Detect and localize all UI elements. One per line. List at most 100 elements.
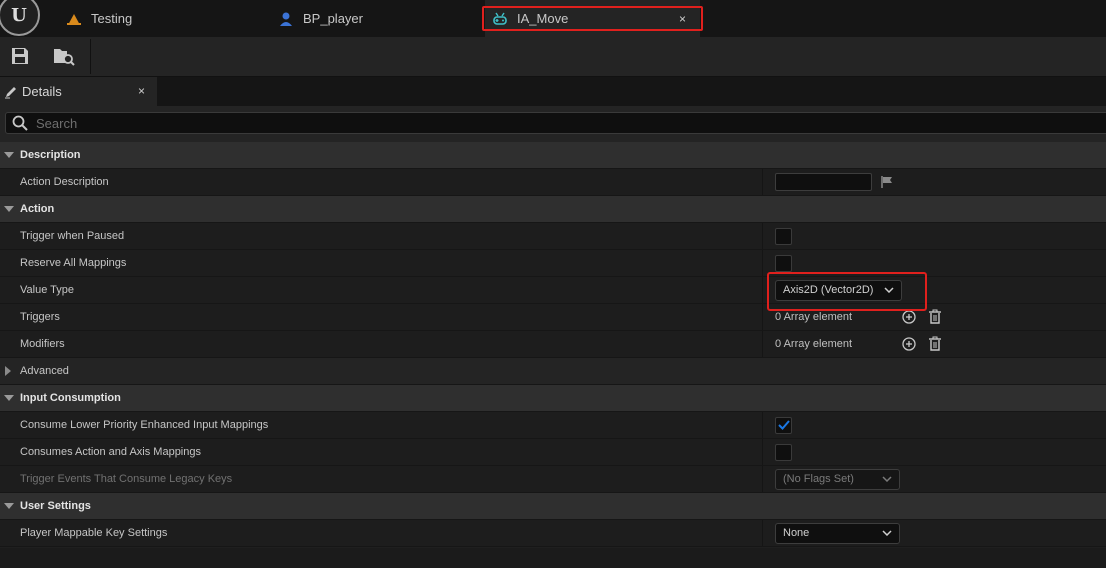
dropdown-value: None — [783, 527, 810, 539]
reserve-all-mappings-checkbox[interactable] — [775, 254, 792, 272]
property-value: 0 Array element — [775, 331, 943, 357]
panel-tab-row: Details × — [0, 77, 1106, 106]
blueprint-actor-icon — [278, 11, 294, 27]
save-button[interactable] — [9, 45, 31, 67]
dropdown-value: (No Flags Set) — [783, 473, 854, 485]
chevron-down-icon — [882, 476, 892, 482]
asset-toolbar — [0, 37, 1106, 77]
property-label: Modifiers — [20, 338, 65, 350]
property-label: Player Mappable Key Settings — [20, 527, 168, 539]
property-consumes-action-axis: Consumes Action and Axis Mappings — [0, 439, 1106, 466]
tab-label: Testing — [91, 11, 133, 26]
trash-icon[interactable] — [927, 309, 943, 325]
property-value: (No Flags Set) — [775, 466, 900, 492]
property-label: Consumes Action and Axis Mappings — [20, 446, 201, 458]
player-mappable-dropdown[interactable]: None — [775, 522, 900, 544]
property-value — [775, 223, 792, 249]
property-label: Consume Lower Priority Enhanced Input Ma… — [20, 419, 269, 431]
expand-arrow-icon[interactable] — [4, 395, 14, 401]
category-action[interactable]: Action — [0, 196, 1106, 223]
tab-details[interactable]: Details × — [0, 77, 157, 106]
tab-testing[interactable]: Testing — [66, 0, 266, 37]
property-label: Action Description — [20, 176, 109, 188]
array-count: 0 Array element — [775, 338, 853, 350]
expand-arrow-icon[interactable] — [4, 152, 14, 158]
tab-label: BP_player — [303, 11, 363, 26]
column-splitter[interactable] — [762, 466, 763, 492]
property-player-mappable: Player Mappable Key Settings None — [0, 520, 1106, 547]
save-icon — [12, 48, 28, 64]
legacy-keys-flags-dropdown: (No Flags Set) — [775, 468, 900, 490]
expand-arrow-icon[interactable] — [4, 206, 14, 212]
browse-to-asset-icon — [54, 49, 75, 66]
column-splitter[interactable] — [762, 304, 763, 330]
property-consume-lower-priority: Consume Lower Priority Enhanced Input Ma… — [0, 412, 1106, 439]
tab-ia-move[interactable]: IA_Move × — [485, 0, 700, 37]
search-box — [5, 112, 1106, 134]
column-splitter[interactable] — [762, 520, 763, 546]
property-label: Trigger Events That Consume Legacy Keys — [20, 473, 233, 485]
add-element-icon[interactable] — [901, 309, 917, 325]
property-modifiers: Modifiers 0 Array element — [0, 331, 1106, 358]
category-label: Description — [20, 149, 81, 161]
details-tab-label: Details — [22, 84, 62, 99]
column-splitter[interactable] — [762, 439, 763, 465]
column-splitter[interactable] — [762, 250, 763, 276]
subcategory-advanced[interactable]: Advanced — [0, 358, 1106, 385]
property-value — [775, 412, 792, 438]
property-value: None — [775, 520, 900, 546]
search-row — [0, 106, 1106, 142]
browse-to-asset-button[interactable] — [53, 45, 75, 67]
tab-bp-player[interactable]: BP_player — [278, 0, 478, 37]
chevron-down-icon — [884, 287, 894, 293]
property-label: Value Type — [20, 284, 75, 296]
unreal-logo-icon[interactable]: U — [0, 0, 40, 36]
category-label: User Settings — [20, 500, 91, 512]
column-splitter[interactable] — [762, 223, 763, 249]
trigger-when-paused-checkbox[interactable] — [775, 227, 792, 245]
panel-bottom-area — [0, 548, 1106, 568]
toolbar-separator — [90, 39, 91, 74]
property-label: Trigger when Paused — [20, 230, 125, 242]
chevron-down-icon — [882, 530, 892, 536]
expand-arrow-icon[interactable] — [5, 366, 11, 376]
column-splitter[interactable] — [762, 277, 763, 303]
array-count: 0 Array element — [775, 311, 853, 323]
property-reserve-all-mappings: Reserve All Mappings — [0, 250, 1106, 277]
document-tab-bar: U Testing BP_player IA_Move × — [0, 0, 1106, 37]
property-trigger-when-paused: Trigger when Paused — [0, 223, 1106, 250]
property-action-description: Action Description — [0, 169, 1106, 196]
property-label: Triggers — [20, 311, 60, 323]
property-label: Reserve All Mappings — [20, 257, 127, 269]
close-icon[interactable]: × — [679, 12, 686, 26]
level-icon — [66, 11, 82, 27]
subcategory-label: Advanced — [20, 365, 69, 377]
consume-lower-priority-checkbox[interactable] — [775, 416, 792, 434]
localization-flag-icon[interactable] — [880, 175, 894, 189]
category-description[interactable]: Description — [0, 142, 1106, 169]
column-splitter[interactable] — [762, 412, 763, 438]
category-label: Input Consumption — [20, 392, 121, 404]
tab-label: IA_Move — [517, 11, 569, 26]
category-user-settings[interactable]: User Settings — [0, 493, 1106, 520]
category-label: Action — [20, 203, 55, 215]
add-element-icon[interactable] — [901, 336, 917, 352]
value-type-dropdown[interactable]: Axis2D (Vector2D) — [775, 279, 902, 301]
dropdown-value: Axis2D (Vector2D) — [783, 284, 874, 296]
category-input-consumption[interactable]: Input Consumption — [0, 385, 1106, 412]
property-value: Axis2D (Vector2D) — [775, 277, 902, 303]
column-splitter[interactable] — [762, 331, 763, 357]
pencil-icon — [4, 85, 18, 99]
close-icon[interactable]: × — [138, 84, 145, 98]
action-description-field[interactable] — [775, 173, 872, 191]
trash-icon[interactable] — [927, 336, 943, 352]
search-input[interactable] — [34, 114, 938, 132]
property-value — [775, 250, 792, 276]
consumes-action-axis-checkbox[interactable] — [775, 443, 792, 461]
column-splitter[interactable] — [762, 169, 763, 195]
input-action-icon — [492, 11, 508, 27]
property-value: 0 Array element — [775, 304, 943, 330]
property-triggers: Triggers 0 Array element — [0, 304, 1106, 331]
expand-arrow-icon[interactable] — [4, 503, 14, 509]
property-value — [775, 439, 792, 465]
